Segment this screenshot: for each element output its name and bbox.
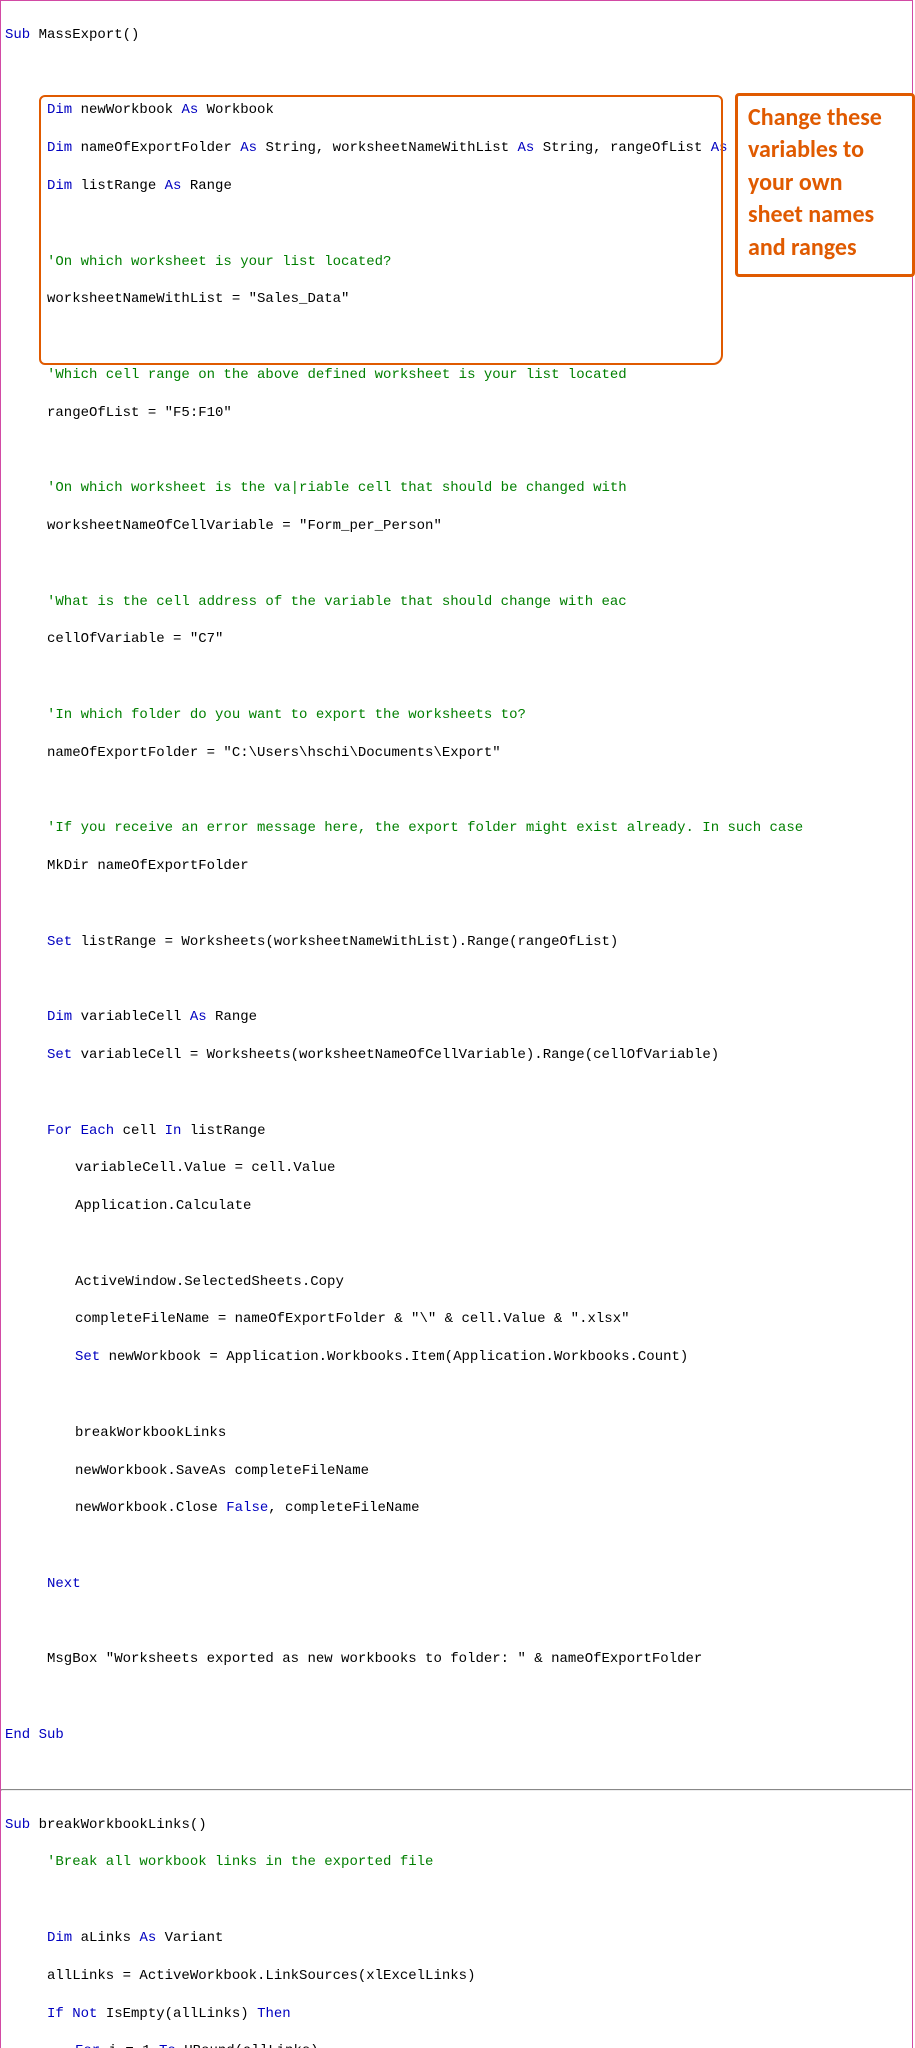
- code-line: [5, 1688, 912, 1707]
- code-line: cellOfVariable = "C7": [5, 630, 912, 649]
- code-line: [5, 668, 912, 687]
- code-line: If Not IsEmpty(allLinks) Then: [5, 2005, 912, 2024]
- code-line: Set newWorkbook = Application.Workbooks.…: [5, 1348, 912, 1367]
- code-line: Application.Calculate: [5, 1197, 912, 1216]
- callout-annotation: Change these variables to your own sheet…: [735, 93, 915, 277]
- code-line: Set listRange = Worksheets(worksheetName…: [5, 933, 912, 952]
- code-line: worksheetNameWithList = "Sales_Data": [5, 290, 912, 309]
- callout-line: and ranges: [748, 232, 902, 264]
- code-line: completeFileName = nameOfExportFolder & …: [5, 1310, 912, 1329]
- code-line: MkDir nameOfExportFolder: [5, 857, 912, 876]
- code-line: Set variableCell = Worksheets(worksheetN…: [5, 1046, 912, 1065]
- code-line: [5, 441, 912, 460]
- code-line: 'Which cell range on the above defined w…: [5, 366, 912, 385]
- code-block-breakworkbooklinks[interactable]: Sub breakWorkbookLinks() 'Break all work…: [1, 1791, 912, 2048]
- code-line: [5, 1613, 912, 1632]
- code-line: 'In which folder do you want to export t…: [5, 706, 912, 725]
- code-line: 'What is the cell address of the variabl…: [5, 593, 912, 612]
- code-line: [5, 970, 912, 989]
- code-line: [5, 895, 912, 914]
- code-line: Next: [5, 1575, 912, 1594]
- code-line: For i = 1 To UBound(allLinks): [5, 2042, 912, 2048]
- code-line: 'If you receive an error message here, t…: [5, 819, 912, 838]
- code-line: variableCell.Value = cell.Value: [5, 1159, 912, 1178]
- code-line: breakWorkbookLinks: [5, 1424, 912, 1443]
- code-line: rangeOfList = "F5:F10": [5, 404, 912, 423]
- code-line: [5, 328, 912, 347]
- code-line: [5, 1386, 912, 1405]
- code-line: 'On which worksheet is the va|riable cel…: [5, 479, 912, 498]
- code-line: [5, 1537, 912, 1556]
- code-line: [5, 555, 912, 574]
- code-line: [5, 782, 912, 801]
- code-line: Dim variableCell As Range: [5, 1008, 912, 1027]
- code-line: For Each cell In listRange: [5, 1122, 912, 1141]
- callout-line: your own: [748, 167, 902, 199]
- code-window: Change these variables to your own sheet…: [0, 0, 913, 2048]
- callout-line: variables to: [748, 134, 902, 166]
- code-line: nameOfExportFolder = "C:\Users\hschi\Doc…: [5, 744, 912, 763]
- code-line: Dim aLinks As Variant: [5, 1929, 912, 1948]
- code-line: ActiveWindow.SelectedSheets.Copy: [5, 1273, 912, 1292]
- code-line: [5, 1235, 912, 1254]
- code-line: Sub MassExport(): [5, 26, 912, 45]
- code-line: Sub breakWorkbookLinks(): [5, 1816, 912, 1835]
- code-line: [5, 1084, 912, 1103]
- callout-line: sheet names: [748, 199, 902, 231]
- code-line: newWorkbook.Close False, completeFileNam…: [5, 1499, 912, 1518]
- code-line: End Sub: [5, 1726, 912, 1745]
- code-line: 'Break all workbook links in the exporte…: [5, 1853, 912, 1872]
- code-line: MsgBox "Worksheets exported as new workb…: [5, 1650, 912, 1669]
- code-line: worksheetNameOfCellVariable = "Form_per_…: [5, 517, 912, 536]
- code-line: [5, 1891, 912, 1910]
- code-line: [5, 64, 912, 83]
- callout-line: Change these: [748, 102, 902, 134]
- code-line: newWorkbook.SaveAs completeFileName: [5, 1462, 912, 1481]
- code-line: allLinks = ActiveWorkbook.LinkSources(xl…: [5, 1967, 912, 1986]
